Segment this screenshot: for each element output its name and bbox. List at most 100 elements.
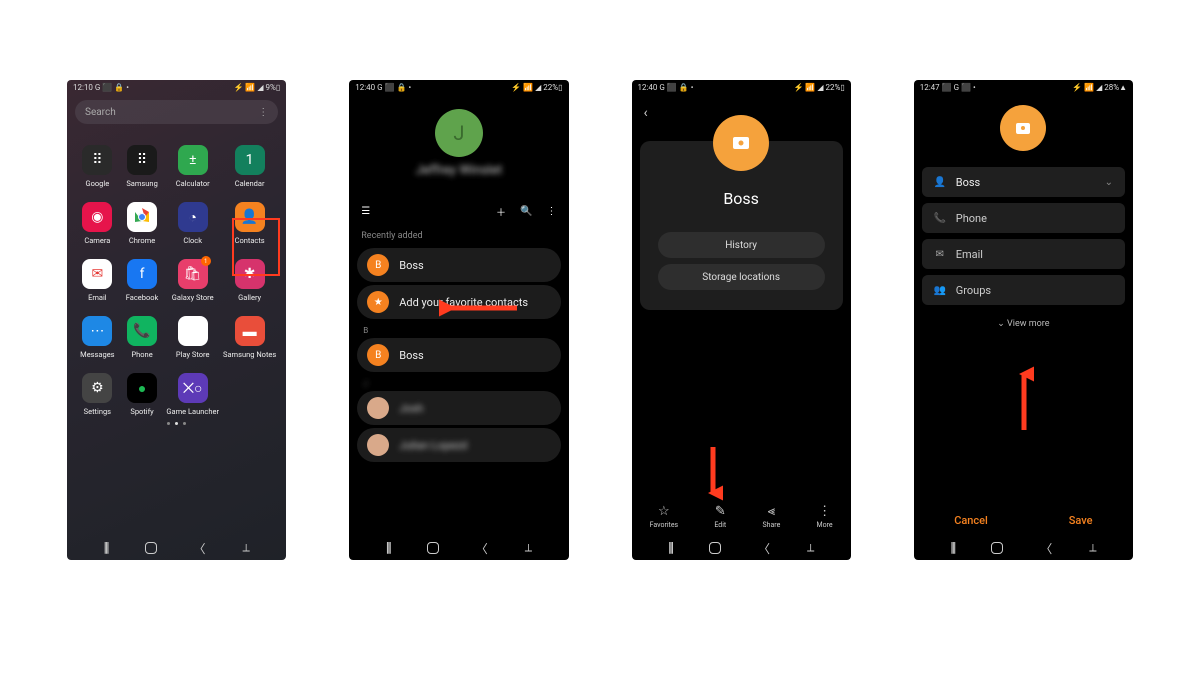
index-letter: B: [349, 322, 568, 335]
settings-icon: ⚙: [82, 373, 112, 403]
back-button[interactable]: 〈: [1040, 540, 1052, 557]
edit-action[interactable]: ✎Edit: [714, 504, 726, 529]
accessibility-button[interactable]: ⟂: [525, 541, 532, 555]
clock-icon: ◔: [178, 202, 208, 232]
status-right: ⚡ 📶 ◢ 28%▲: [1072, 83, 1127, 92]
annotation-arrow: [1014, 362, 1034, 432]
contact-avatar[interactable]: [713, 115, 769, 171]
back-button[interactable]: 〈: [194, 540, 206, 557]
groups-icon: 👥: [934, 285, 946, 296]
facebook-icon: f: [127, 259, 157, 289]
back-button[interactable]: 〈: [476, 540, 488, 557]
menu-icon[interactable]: ☰: [361, 206, 370, 217]
phone-contacts-list: 12:40 G ⬛ 🔒 • ⚡ 📶 ◢ 22%▯ J Jeffrey Winsl…: [349, 80, 568, 560]
recents-button[interactable]: |||: [950, 540, 954, 556]
app-messages[interactable]: ⋯Messages: [77, 316, 118, 359]
camera-icon: [1016, 123, 1030, 134]
contact-row[interactable]: Julian Lopezd: [357, 428, 560, 462]
contact-name: Josh: [399, 402, 423, 415]
chevron-down-icon[interactable]: ⌄: [1105, 177, 1113, 188]
phone-home-screen: 12:10 G ⬛ 🔒 • ⚡ 📶 ◢ 9%▯ Search ⋮ ⠿Google…: [67, 80, 286, 560]
home-button[interactable]: [145, 542, 157, 554]
calculator-icon: ±: [178, 145, 208, 175]
groups-label: Groups: [956, 284, 991, 297]
home-button[interactable]: [991, 542, 1003, 554]
contact-name: Julian Lopezd: [399, 439, 467, 452]
status-left: 12:47 ⬛ G ⬛ •: [920, 83, 976, 92]
contact-row[interactable]: Josh: [357, 391, 560, 425]
app-camera[interactable]: ◉Camera: [77, 202, 118, 245]
app-gallery[interactable]: ✱Gallery: [223, 259, 276, 302]
more-icon[interactable]: ⋮: [258, 107, 268, 118]
accessibility-button[interactable]: ⟂: [807, 541, 814, 555]
status-right: ⚡ 📶 ◢ 22%▯: [511, 83, 562, 92]
phone-icon: 📞: [127, 316, 157, 346]
email-icon: ✉: [934, 249, 946, 260]
storage-locations-button[interactable]: Storage locations: [658, 264, 825, 290]
cancel-button[interactable]: Cancel: [954, 514, 988, 527]
name-field[interactable]: 👤 Boss ⌄: [922, 167, 1125, 197]
status-bar: 12:10 G ⬛ 🔒 • ⚡ 📶 ◢ 9%▯: [67, 80, 286, 95]
app-samsung[interactable]: ⠿Samsung: [122, 145, 163, 188]
search-bar[interactable]: Search ⋮: [75, 100, 278, 124]
recents-button[interactable]: |||: [668, 540, 672, 556]
app-settings[interactable]: ⚙Settings: [77, 373, 118, 416]
recents-button[interactable]: |||: [103, 540, 107, 556]
pencil-icon: ✎: [715, 504, 726, 519]
history-button[interactable]: History: [658, 232, 825, 258]
app-google[interactable]: ⠿Google: [77, 145, 118, 188]
view-more-button[interactable]: View more: [914, 319, 1133, 329]
status-bar: 12:40 G ⬛ 🔒 • ⚡ 📶 ◢ 22%▯: [349, 80, 568, 95]
contact-avatar[interactable]: [1000, 105, 1046, 151]
app-galaxy-store[interactable]: 🛍1Galaxy Store: [166, 259, 219, 302]
share-icon: ⪡: [768, 504, 775, 519]
accessibility-button[interactable]: ⟂: [1089, 541, 1096, 555]
contact-row[interactable]: B Boss: [357, 338, 560, 372]
email-field[interactable]: ✉ Email: [922, 239, 1125, 269]
phone-field[interactable]: 📞 Phone: [922, 203, 1125, 233]
messages-icon: ⋯: [82, 316, 112, 346]
contact-recent[interactable]: B Boss: [357, 248, 560, 282]
add-icon[interactable]: ＋: [496, 204, 506, 219]
app-email[interactable]: ✉Email: [77, 259, 118, 302]
back-button[interactable]: 〈: [758, 540, 770, 557]
android-nav-bar: ||| 〈 ⟂: [349, 536, 568, 560]
app-phone[interactable]: 📞Phone: [122, 316, 163, 359]
contacts-toolbar: ☰ ＋ 🔍 ⋮: [349, 198, 568, 225]
game-launcher-icon: ⨉○: [178, 373, 208, 403]
add-favorite-contacts[interactable]: ★ Add your favorite contacts: [357, 285, 560, 319]
accessibility-button[interactable]: ⟂: [242, 541, 249, 555]
app-calendar[interactable]: 1Calendar: [223, 145, 276, 188]
contacts-icon: 👤: [235, 202, 265, 232]
app-game-launcher[interactable]: ⨉○Game Launcher: [166, 373, 219, 416]
status-right: ⚡ 📶 ◢ 9%▯: [233, 83, 280, 92]
recents-button[interactable]: |||: [386, 540, 390, 556]
notes-icon: ▬: [235, 316, 265, 346]
app-grid: ⠿Google ⠿Samsung ±Calculator 1Calendar ◉…: [67, 129, 286, 416]
calendar-icon: 1: [235, 145, 265, 175]
app-contacts[interactable]: 👤Contacts: [223, 202, 276, 245]
home-button[interactable]: [709, 542, 721, 554]
app-clock[interactable]: ◔Clock: [166, 202, 219, 245]
save-button[interactable]: Save: [1069, 514, 1093, 527]
favorites-action[interactable]: ☆Favorites: [650, 504, 679, 529]
app-spotify[interactable]: ●Spotify: [122, 373, 163, 416]
groups-field[interactable]: 👥 Groups: [922, 275, 1125, 305]
search-icon[interactable]: 🔍: [520, 206, 532, 217]
status-bar: 12:47 ⬛ G ⬛ • ⚡ 📶 ◢ 28%▲: [914, 80, 1133, 95]
page-indicator[interactable]: [67, 422, 286, 425]
app-samsung-notes[interactable]: ▬Samsung Notes: [223, 316, 276, 359]
more-icon[interactable]: ⋮: [547, 206, 557, 217]
status-bar: 12:40 G ⬛ 🔒 • ⚡ 📶 ◢ 22%▯: [632, 80, 851, 95]
search-placeholder: Search: [85, 107, 116, 118]
share-action[interactable]: ⪡Share: [762, 504, 780, 529]
more-action[interactable]: ⋮More: [817, 504, 833, 529]
app-calculator[interactable]: ±Calculator: [166, 145, 219, 188]
app-facebook[interactable]: fFacebook: [122, 259, 163, 302]
app-play-store[interactable]: ▶Play Store: [166, 316, 219, 359]
profile-avatar[interactable]: J: [435, 109, 483, 157]
app-chrome[interactable]: Chrome: [122, 202, 163, 245]
star-icon: ★: [367, 291, 389, 313]
home-button[interactable]: [427, 542, 439, 554]
camera-icon: ◉: [82, 202, 112, 232]
